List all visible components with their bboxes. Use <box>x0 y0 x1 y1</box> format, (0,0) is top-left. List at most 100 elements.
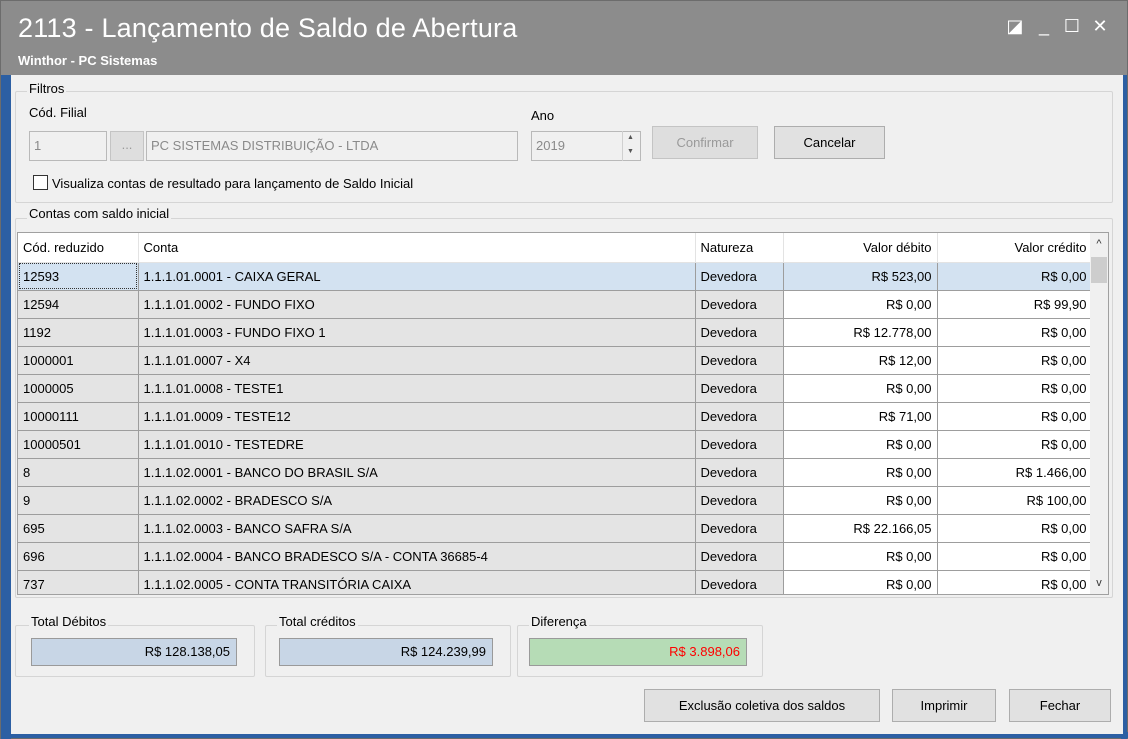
table-row[interactable]: 1000005 1.1.1.01.0008 - TESTE1 Devedora R$ … <box>18 374 1093 403</box>
cell-valor-debito[interactable]: R$ 523,00 <box>783 262 938 291</box>
cell-valor-debito[interactable]: R$ 0,00 <box>783 374 938 403</box>
cell-natureza[interactable]: Devedora <box>695 486 784 515</box>
col-header-valor-credito[interactable]: Valor crédito <box>937 233 1093 263</box>
filial-code-field[interactable]: 1 <box>29 131 107 161</box>
fechar-button[interactable]: Fechar <box>1009 689 1111 722</box>
cancel-button[interactable]: Cancelar <box>774 126 885 159</box>
table-row[interactable]: 737 1.1.1.02.0005 - CONTA TRANSITÓRIA CAI… <box>18 570 1093 594</box>
cell-conta[interactable]: 1.1.1.02.0003 - BANCO SAFRA S/A <box>138 514 696 543</box>
imprimir-button[interactable]: Imprimir <box>892 689 996 722</box>
cell-valor-debito[interactable]: R$ 0,00 <box>783 290 938 319</box>
cell-conta[interactable]: 1.1.1.01.0008 - TESTE1 <box>138 374 696 403</box>
result-accounts-checkbox[interactable] <box>33 175 48 190</box>
cell-cod[interactable]: 1000005 <box>18 374 139 403</box>
grid-scrollbar[interactable]: ^ v <box>1090 233 1108 594</box>
cell-natureza[interactable]: Devedora <box>695 318 784 347</box>
cell-natureza[interactable]: Devedora <box>695 430 784 459</box>
cell-valor-debito[interactable]: R$ 0,00 <box>783 486 938 515</box>
cell-conta[interactable]: 1.1.1.01.0003 - FUNDO FIXO 1 <box>138 318 696 347</box>
restore-icon[interactable]: ◪ <box>1004 15 1026 37</box>
cell-cod[interactable]: 1000001 <box>18 346 139 375</box>
cell-cod[interactable]: 9 <box>18 486 139 515</box>
cell-valor-debito[interactable]: R$ 0,00 <box>783 570 938 594</box>
cell-conta[interactable]: 1.1.1.02.0004 - BANCO BRADESCO S/A - CON… <box>138 542 696 571</box>
cell-natureza[interactable]: Devedora <box>695 570 784 594</box>
title-bar[interactable]: 2113 - Lançamento de Saldo de Abertura W… <box>1 1 1127 75</box>
close-icon[interactable]: ✕ <box>1089 15 1111 37</box>
col-header-cod[interactable]: Cód. reduzido <box>18 233 139 263</box>
cell-conta[interactable]: 1.1.1.01.0002 - FUNDO FIXO <box>138 290 696 319</box>
cell-conta[interactable]: 1.1.1.01.0001 - CAIXA GERAL <box>138 262 696 291</box>
filial-name-field[interactable]: PC SISTEMAS DISTRIBUIÇÃO - LTDA <box>146 131 518 161</box>
cell-cod[interactable]: 12594 <box>18 290 139 319</box>
cell-cod[interactable]: 10000501 <box>18 430 139 459</box>
cell-valor-credito[interactable]: R$ 0,00 <box>937 318 1093 347</box>
confirm-button[interactable]: Confirmar <box>652 126 758 159</box>
table-row[interactable]: 10000501 1.1.1.01.0010 - TESTEDRE Devedora… <box>18 430 1093 459</box>
exclusao-coletiva-button[interactable]: Exclusão coletiva dos saldos <box>644 689 880 722</box>
cell-valor-debito[interactable]: R$ 71,00 <box>783 402 938 431</box>
cell-valor-debito[interactable]: R$ 22.166,05 <box>783 514 938 543</box>
cell-natureza[interactable]: Devedora <box>695 514 784 543</box>
table-row[interactable]: 10000111 1.1.1.01.0009 - TESTE12 Devedora R… <box>18 402 1093 431</box>
cell-valor-credito[interactable]: R$ 0,00 <box>937 374 1093 403</box>
cell-cod[interactable]: 737 <box>18 570 139 594</box>
cell-natureza[interactable]: Devedora <box>695 458 784 487</box>
cell-valor-debito[interactable]: R$ 0,00 <box>783 542 938 571</box>
cell-cod[interactable]: 695 <box>18 514 139 543</box>
col-header-natureza[interactable]: Natureza <box>695 233 784 263</box>
cell-valor-credito[interactable]: R$ 0,00 <box>937 430 1093 459</box>
scroll-thumb[interactable] <box>1091 257 1107 283</box>
cell-valor-credito[interactable]: R$ 0,00 <box>937 514 1093 543</box>
filial-label: Cód. Filial <box>29 105 87 120</box>
maximize-icon[interactable]: ☐ <box>1061 15 1083 37</box>
cell-valor-debito[interactable]: R$ 12.778,00 <box>783 318 938 347</box>
cell-cod[interactable]: 1192 <box>18 318 139 347</box>
cell-cod[interactable]: 12593 <box>18 262 139 291</box>
cell-valor-credito[interactable]: R$ 0,00 <box>937 262 1093 291</box>
cell-conta[interactable]: 1.1.1.01.0007 - X4 <box>138 346 696 375</box>
cell-natureza[interactable]: Devedora <box>695 402 784 431</box>
table-row[interactable]: 1192 1.1.1.01.0003 - FUNDO FIXO 1 Devedora… <box>18 318 1093 347</box>
table-row[interactable]: 9 1.1.1.02.0002 - BRADESCO S/A Devedora R$ … <box>18 486 1093 515</box>
cell-conta[interactable]: 1.1.1.01.0009 - TESTE12 <box>138 402 696 431</box>
spin-down-icon[interactable]: ▼ <box>623 145 638 159</box>
cell-natureza[interactable]: Devedora <box>695 346 784 375</box>
cell-valor-credito[interactable]: R$ 0,00 <box>937 346 1093 375</box>
cell-conta[interactable]: 1.1.1.02.0005 - CONTA TRANSITÓRIA CAIXA <box>138 570 696 594</box>
col-header-valor-debito[interactable]: Valor débito <box>783 233 938 263</box>
table-row[interactable]: 695 1.1.1.02.0003 - BANCO SAFRA S/A Devedo… <box>18 514 1093 543</box>
cell-valor-credito[interactable]: R$ 1.466,00 <box>937 458 1093 487</box>
table-row[interactable]: 12593 1.1.1.01.0001 - CAIXA GERAL Devedora… <box>18 262 1093 291</box>
scroll-down-icon[interactable]: v <box>1090 572 1108 594</box>
cell-valor-debito[interactable]: R$ 0,00 <box>783 458 938 487</box>
cell-cod[interactable]: 8 <box>18 458 139 487</box>
spin-up-icon[interactable]: ▲ <box>623 131 638 145</box>
accounts-grid[interactable]: Cód. reduzido Conta Natureza Valor débit… <box>17 232 1109 595</box>
table-row[interactable]: 8 1.1.1.02.0001 - BANCO DO BRASIL S/A Deve… <box>18 458 1093 487</box>
ano-spinner[interactable]: ▲ ▼ <box>622 131 638 161</box>
cell-natureza[interactable]: Devedora <box>695 542 784 571</box>
cell-valor-debito[interactable]: R$ 12,00 <box>783 346 938 375</box>
minimize-icon[interactable]: _ <box>1033 15 1055 37</box>
cell-conta[interactable]: 1.1.1.02.0001 - BANCO DO BRASIL S/A <box>138 458 696 487</box>
cell-cod[interactable]: 696 <box>18 542 139 571</box>
cell-cod[interactable]: 10000111 <box>18 402 139 431</box>
cell-natureza[interactable]: Devedora <box>695 374 784 403</box>
cell-valor-credito[interactable]: R$ 99,90 <box>937 290 1093 319</box>
table-row[interactable]: 696 1.1.1.02.0004 - BANCO BRADESCO S/A - … <box>18 542 1093 571</box>
cell-conta[interactable]: 1.1.1.02.0002 - BRADESCO S/A <box>138 486 696 515</box>
cell-valor-credito[interactable]: R$ 0,00 <box>937 570 1093 594</box>
cell-valor-credito[interactable]: R$ 100,00 <box>937 486 1093 515</box>
cell-valor-debito[interactable]: R$ 0,00 <box>783 430 938 459</box>
cell-valor-credito[interactable]: R$ 0,00 <box>937 542 1093 571</box>
table-row[interactable]: 12594 1.1.1.01.0002 - FUNDO FIXO Devedora R… <box>18 290 1093 319</box>
scroll-up-icon[interactable]: ^ <box>1090 233 1108 255</box>
filial-lookup-button[interactable]: ... <box>110 131 144 161</box>
cell-natureza[interactable]: Devedora <box>695 290 784 319</box>
cell-natureza[interactable]: Devedora <box>695 262 784 291</box>
table-row[interactable]: 1000001 1.1.1.01.0007 - X4 Devedora R$ 12,0… <box>18 346 1093 375</box>
cell-conta[interactable]: 1.1.1.01.0010 - TESTEDRE <box>138 430 696 459</box>
col-header-conta[interactable]: Conta <box>138 233 696 263</box>
cell-valor-credito[interactable]: R$ 0,00 <box>937 402 1093 431</box>
